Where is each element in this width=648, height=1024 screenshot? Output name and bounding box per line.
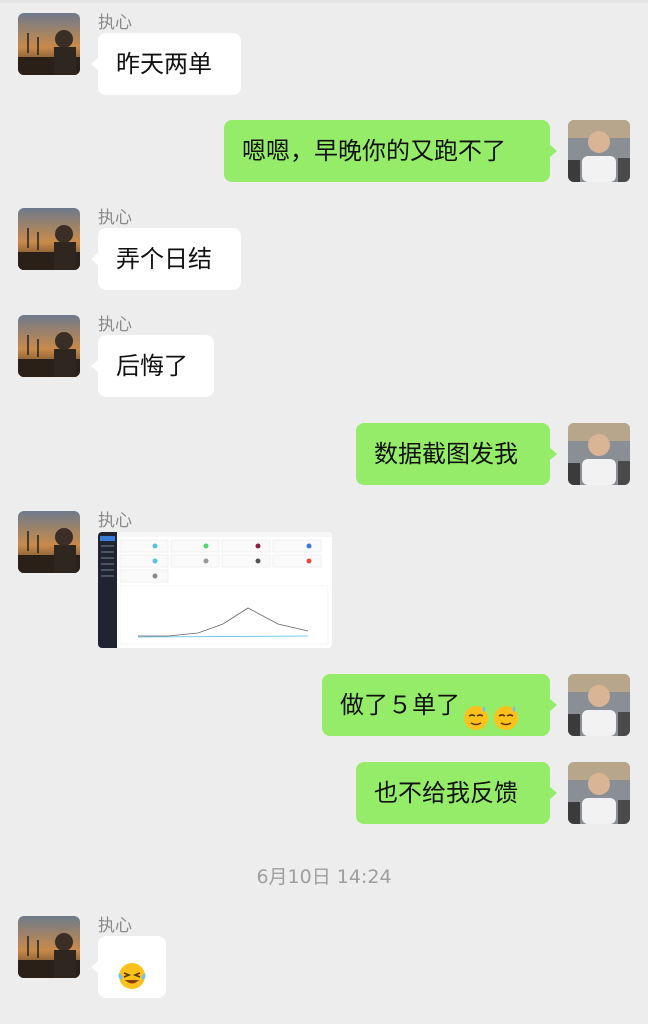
chat-timestamp: 6月10日 14:24	[256, 866, 392, 888]
sweat-smile-emoji-icon	[492, 692, 520, 730]
laughing-crying-emoji-icon	[116, 952, 148, 989]
my-avatar[interactable]	[568, 762, 630, 824]
my-avatar[interactable]	[568, 674, 630, 736]
contact-name: 执心	[98, 511, 132, 531]
contact-name: 执心	[98, 13, 132, 33]
contact-avatar[interactable]	[18, 511, 80, 573]
sweat-smile-emoji-icon	[462, 692, 490, 730]
message-bubble[interactable]: 后悔了	[91, 335, 214, 397]
message-bubble[interactable]: 做了５单了	[322, 674, 557, 736]
message-bubble[interactable]: 昨天两单	[91, 33, 241, 95]
contact-avatar[interactable]	[18, 315, 80, 377]
contact-name: 执心	[98, 916, 132, 936]
contact-avatar[interactable]	[18, 208, 80, 270]
message-bubble[interactable]: 也不给我反馈	[356, 762, 557, 824]
top-divider	[0, 0, 648, 3]
message-bubble[interactable]: 数据截图发我	[356, 423, 557, 485]
message-bubble[interactable]: 弄个日结	[91, 228, 241, 290]
my-avatar[interactable]	[568, 120, 630, 182]
message-text: 做了５单了	[340, 691, 460, 719]
my-avatar[interactable]	[568, 423, 630, 485]
contact-avatar[interactable]	[18, 916, 80, 978]
message-bubble[interactable]: 嗯嗯，早晚你的又跑不了	[224, 120, 557, 182]
contact-avatar[interactable]	[18, 13, 80, 75]
contact-name: 执心	[98, 208, 132, 228]
message-bubble[interactable]	[91, 936, 166, 998]
contact-name: 执心	[98, 315, 132, 335]
dashboard-screenshot-image[interactable]	[98, 532, 332, 648]
